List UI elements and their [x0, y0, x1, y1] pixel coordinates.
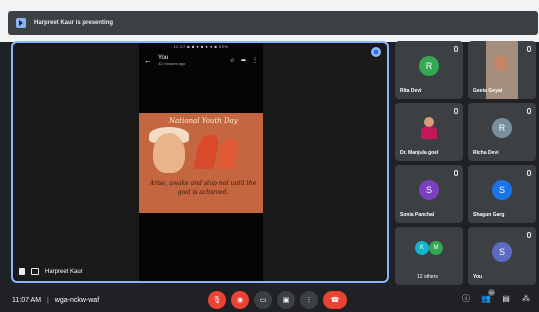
- phone-time-ago: 42 minutes ago: [158, 60, 186, 66]
- captions-button[interactable]: ▭: [254, 291, 272, 309]
- more-options-button[interactable]: ⋮: [300, 291, 318, 309]
- mic-muted-icon: [527, 108, 531, 114]
- participant-name: Dr. Manjula goel: [400, 150, 439, 156]
- self-tile[interactable]: S You: [468, 227, 536, 285]
- side-controls: ⓘ 👥 20 ▤ ⁂: [461, 289, 531, 303]
- presenter-name: Harpreet Kaur: [45, 268, 83, 275]
- main-tile-label: Harpreet Kaur: [19, 268, 83, 275]
- participant-tile[interactable]: S Sonia Panchal: [395, 165, 463, 223]
- participant-tile[interactable]: Geeta Goyal: [468, 41, 536, 99]
- mic-muted-icon: [527, 170, 531, 176]
- phone-app-bar: ← You 42 minutes ago ☆ ➦ ⋮: [139, 51, 263, 69]
- phone-status-bar: 11:07 ■ ■ ● ■ ● ● ■ 92%: [173, 44, 229, 49]
- presenting-text: Harpreet Kaur is presenting: [34, 20, 114, 26]
- mic-muted-icon: [454, 170, 458, 176]
- call-controls: 🎙 ◉ ▭ ▣ ⋮ ☎: [208, 291, 347, 309]
- poster-portrait: [153, 133, 185, 173]
- chat-icon[interactable]: ▤: [501, 293, 511, 303]
- back-arrow-icon: ←: [144, 55, 152, 65]
- leave-call-button[interactable]: ☎: [323, 291, 347, 309]
- presenting-banner: Harpreet Kaur is presenting: [8, 11, 538, 35]
- participant-name: Richa Devi: [473, 150, 499, 156]
- more-vert-icon: ⋮: [252, 57, 258, 64]
- avatar: S: [419, 180, 439, 200]
- avatar: S: [492, 242, 512, 262]
- avatar: R: [419, 56, 439, 76]
- main-presentation-tile[interactable]: 11:07 ■ ■ ● ■ ● ● ■ 92% ← You 42 minutes…: [11, 41, 389, 283]
- mic-muted-icon: [527, 232, 531, 238]
- avatar: R: [492, 118, 512, 138]
- meeting-info: 11:07 AM | wga-nckw-waf: [12, 297, 99, 304]
- poster-runner: [215, 139, 241, 169]
- present-screen-icon: [16, 18, 26, 28]
- avatar: K: [415, 241, 429, 255]
- participant-tile[interactable]: R Richa Devi: [468, 103, 536, 161]
- participant-name: Sonia Panchal: [400, 212, 435, 218]
- participant-name: You: [473, 274, 483, 280]
- poster-quote: Arise, awake and stop not until the goal…: [149, 180, 257, 196]
- participant-name: Rita Devi: [400, 88, 422, 94]
- pin-icon[interactable]: [371, 47, 381, 57]
- others-tile[interactable]: K M 12 others: [395, 227, 463, 285]
- activities-icon[interactable]: ⁂: [521, 293, 531, 303]
- mic-muted-icon: [527, 46, 531, 52]
- others-avatars: K M: [415, 241, 443, 255]
- participant-name: Geeta Goyal: [473, 88, 503, 94]
- others-count: 12 others: [417, 274, 438, 280]
- present-small-icon: [31, 268, 39, 275]
- participant-name: Shagun Garg: [473, 212, 505, 218]
- participant-tile[interactable]: S Shagun Garg: [468, 165, 536, 223]
- star-icon: ☆: [229, 57, 235, 64]
- mic-muted-icon: [454, 108, 458, 114]
- share-icon: ➦: [240, 57, 246, 64]
- present-button[interactable]: ▣: [277, 291, 295, 309]
- pin-small-icon: [19, 268, 25, 275]
- poster-title: National Youth Day: [169, 117, 238, 125]
- avatar: S: [492, 180, 512, 200]
- national-youth-day-poster: National Youth Day Arise, awake and stop…: [139, 113, 263, 213]
- clock-time: 11:07 AM: [12, 296, 42, 304]
- participant-tile[interactable]: Dr. Manjula goel: [395, 103, 463, 161]
- participant-tile[interactable]: R Rita Devi: [395, 41, 463, 99]
- camera-toggle-button[interactable]: ◉: [231, 291, 249, 309]
- avatar: M: [429, 241, 443, 255]
- bottom-toolbar: 11:07 AM | wga-nckw-waf 🎙 ◉ ▭ ▣ ⋮ ☎ ⓘ 👥 2…: [0, 288, 539, 312]
- people-icon[interactable]: 👥 20: [481, 289, 495, 303]
- mic-muted-icon: [454, 46, 458, 52]
- meeting-code: wga-nckw-waf: [54, 296, 100, 304]
- separator: |: [47, 296, 49, 304]
- mic-toggle-button[interactable]: 🎙: [208, 291, 226, 309]
- participant-photo: [421, 117, 437, 139]
- shared-phone-screen: 11:07 ■ ■ ● ■ ● ● ■ 92% ← You 42 minutes…: [139, 43, 263, 281]
- info-icon[interactable]: ⓘ: [461, 293, 471, 303]
- participant-count-badge: 20: [488, 289, 495, 296]
